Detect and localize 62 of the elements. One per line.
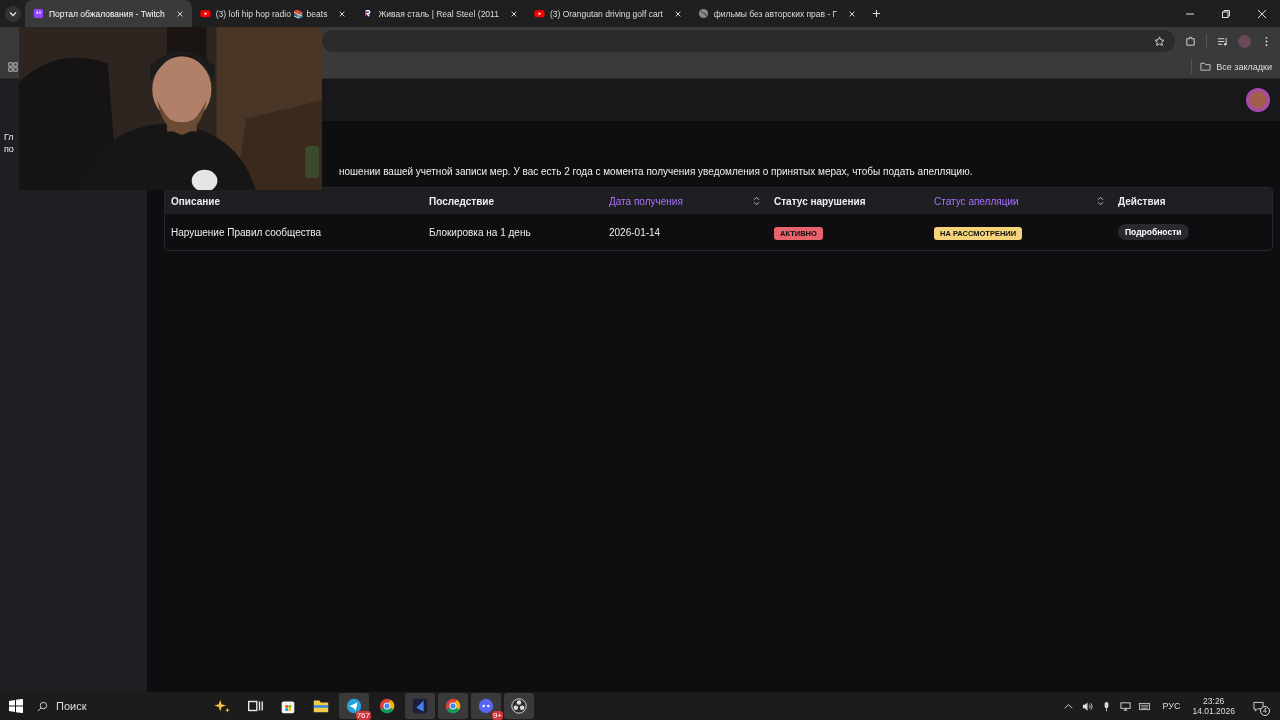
count-badge: 767	[355, 711, 371, 720]
browser-tab[interactable]: фильмы без авторских прав - Г	[689, 0, 865, 27]
taskbar-button[interactable]: 767	[339, 693, 369, 719]
language-indicator[interactable]: РУС	[1162, 701, 1181, 711]
globe-icon	[697, 8, 709, 19]
restore-icon[interactable]	[1221, 8, 1231, 19]
notice-text: ношении вашей учетной записи мер. У вас есть 2 года с момента получения уведомления о принятых мерах, чтобы подать апелляцию.	[338, 166, 974, 177]
browser-icon	[444, 697, 462, 715]
table-cell: Нарушение Правил сообщества	[171, 226, 322, 238]
tab-list-icon[interactable]	[5, 5, 21, 22]
paper-plane-icon	[345, 697, 363, 715]
twitch-icon	[33, 8, 44, 19]
browser-tab[interactable]: Портал обжалования - Twitch	[25, 0, 192, 27]
close-icon[interactable]	[1257, 8, 1267, 19]
browser-tab[interactable]: Живая сталь | Real Steel (2011	[354, 0, 526, 27]
editor-icon	[411, 697, 429, 715]
chat-icon	[477, 697, 495, 715]
record-icon	[510, 697, 528, 715]
close-icon[interactable]	[673, 9, 682, 18]
clock[interactable]: 23:26 14.01.2026	[1192, 696, 1235, 716]
star-icon[interactable]	[1154, 35, 1165, 47]
column-header: Последствие	[429, 195, 495, 207]
column-header: Описание	[171, 195, 220, 207]
start-icon[interactable]	[9, 699, 23, 713]
browser-tab[interactable]: (3) Orangutan driving golf cart	[525, 0, 690, 27]
taskbar-button[interactable]	[438, 693, 468, 719]
taskbar-button[interactable]: 9+	[471, 693, 501, 719]
table-cell: 2026-01-14	[609, 226, 661, 238]
sidebar-text: Гл	[4, 131, 14, 143]
network-icon[interactable]	[1120, 700, 1132, 712]
site-icon	[362, 8, 374, 19]
apps-icon[interactable]	[8, 61, 18, 72]
media-icon[interactable]	[1217, 35, 1228, 47]
table-cell: Блокировка на 1 день	[429, 226, 531, 238]
details-button[interactable]: Подробности	[1118, 224, 1189, 240]
bookmarks-folder[interactable]: Все закладки	[1200, 61, 1272, 72]
close-icon[interactable]	[509, 9, 518, 18]
column-header: Статус нарушения	[774, 195, 866, 207]
browser-tab[interactable]: (3) lofi hip hop radio 📚 beats	[191, 0, 355, 27]
count-badge: 9+	[491, 711, 503, 720]
new-tab-icon[interactable]	[872, 9, 882, 18]
play-icon	[533, 8, 545, 19]
search-icon	[37, 700, 48, 712]
column-header[interactable]: Статус апелляции	[934, 195, 1019, 207]
user-avatar[interactable]	[1246, 88, 1270, 112]
message-icon	[1253, 700, 1264, 712]
sidebar-text: по	[4, 143, 14, 155]
keyboard-icon[interactable]	[1139, 700, 1151, 712]
sort-icon[interactable]	[1097, 196, 1104, 206]
extensions-icon[interactable]	[1185, 35, 1196, 47]
browser-icon	[378, 697, 396, 715]
close-icon[interactable]	[848, 9, 857, 18]
column-header: Действия	[1118, 195, 1166, 207]
column-header[interactable]: Дата получения	[609, 195, 683, 207]
close-icon[interactable]	[175, 9, 184, 18]
close-icon[interactable]	[338, 9, 347, 18]
speaker-icon[interactable]	[1082, 700, 1094, 712]
taskbar-button[interactable]	[504, 693, 534, 719]
folder-icon	[1200, 61, 1212, 72]
search-field[interactable]: Поиск	[37, 700, 157, 712]
sort-icon[interactable]	[753, 196, 760, 206]
play-icon	[199, 8, 211, 19]
